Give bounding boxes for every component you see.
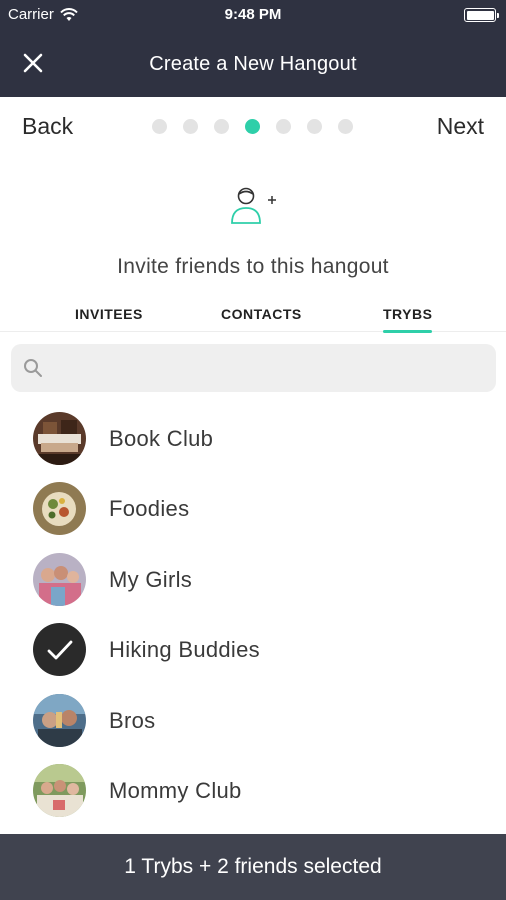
tryb-avatar-my-girls	[33, 552, 86, 606]
back-button[interactable]: Back	[22, 113, 73, 140]
tryb-row-bros[interactable]: Bros	[0, 686, 506, 756]
tryb-avatar-hiking-buddies	[33, 623, 86, 677]
tryb-name: My Girls	[109, 566, 193, 592]
selection-summary-text: 1 Trybs + 2 friends selected	[124, 855, 382, 878]
status-bar: Carrier 9:48 PM	[0, 0, 506, 30]
step-dot	[307, 119, 322, 134]
tryb-name: Mommy Club	[109, 777, 242, 803]
tryb-avatar-foodies	[33, 482, 86, 536]
tryb-row-mommy-club[interactable]: Mommy Club	[0, 756, 506, 826]
tab-bar: INVITEES CONTACTS TRYBS	[0, 300, 506, 333]
tryb-row-hiking-buddies[interactable]: Hiking Buddies	[0, 615, 506, 685]
battery-icon	[464, 8, 499, 22]
tryb-avatar-book-club	[33, 412, 86, 465]
next-button[interactable]: Next	[437, 113, 484, 140]
selection-summary-bar[interactable]: 1 Trybs + 2 friends selected	[0, 834, 506, 900]
step-dot-active	[245, 119, 260, 134]
invite-heading: Invite friends to this hangout	[117, 255, 389, 278]
tryb-name: Book Club	[109, 426, 214, 451]
tryb-row-my-girls[interactable]: My Girls	[0, 545, 506, 615]
tab-contacts[interactable]: CONTACTS	[221, 306, 302, 322]
page-title: Create a New Hangout	[149, 53, 357, 75]
search-icon	[24, 359, 42, 377]
tryb-name: Hiking Buddies	[109, 637, 260, 663]
navigation-bar: Create a New Hangout	[0, 30, 506, 97]
tryb-name: Foodies	[109, 496, 190, 522]
tryb-list: Book Club Foodies My Girls Hiking Buddie…	[0, 404, 506, 826]
step-dot	[214, 119, 229, 134]
search-bar[interactable]	[11, 344, 496, 392]
tryb-avatar-bros	[33, 693, 86, 747]
step-dot	[152, 119, 167, 134]
step-dot	[183, 119, 198, 134]
checkmark-icon	[47, 640, 72, 660]
tab-invitees[interactable]: INVITEES	[75, 306, 143, 322]
tryb-name: Bros	[109, 707, 156, 733]
add-person-icon	[231, 187, 276, 224]
tab-contacts-label: CONTACTS	[221, 306, 302, 322]
step-navigation: Back Next	[0, 97, 506, 157]
tab-trybs[interactable]: TRYBS	[383, 306, 433, 333]
clock: 9:48 PM	[224, 6, 282, 23]
tab-trybs-label: TRYBS	[383, 306, 433, 322]
step-dot	[276, 119, 291, 134]
step-dot	[338, 119, 353, 134]
tryb-avatar-mommy-club	[33, 763, 86, 817]
step-indicator	[152, 119, 353, 134]
search-input[interactable]	[51, 344, 481, 392]
tryb-row-foodies[interactable]: Foodies	[0, 474, 506, 544]
active-tab-indicator	[383, 330, 433, 333]
tryb-row-book-club[interactable]: Book Club	[0, 404, 506, 474]
tab-invitees-label: INVITEES	[75, 306, 143, 322]
